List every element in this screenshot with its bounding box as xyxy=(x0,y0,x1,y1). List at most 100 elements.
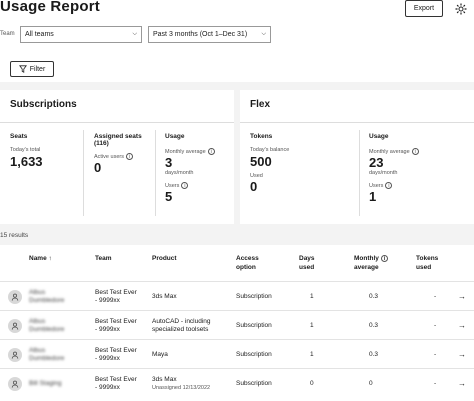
page-title: Usage Report xyxy=(0,0,100,15)
user-name-line: Albus xyxy=(29,318,46,325)
header-line: used xyxy=(299,264,315,271)
monthly-average-unit: days/month xyxy=(165,170,194,176)
access-cell: Subscription xyxy=(236,293,272,300)
info-icon[interactable]: i xyxy=(411,148,419,155)
user-name[interactable]: Bill Staging xyxy=(29,380,62,388)
divider xyxy=(240,122,474,123)
header-line: Monthly xyxy=(354,255,379,262)
period-select[interactable]: Past 3 months (Oct 1–Dec 31) ⌵ xyxy=(148,26,271,43)
team-line: - 9999xx xyxy=(95,384,120,391)
info-icon[interactable]: i xyxy=(380,254,388,262)
seats-value: 1,633 xyxy=(10,154,43,169)
user-name-line: Albus xyxy=(29,289,46,296)
usage-label: Usage xyxy=(165,133,185,140)
user-name[interactable]: Albus Dumbledore xyxy=(29,289,64,305)
column-header-team: Team xyxy=(95,255,112,262)
arrow-right-icon[interactable]: → xyxy=(458,379,466,388)
days-cell: 0 xyxy=(310,380,314,387)
user-name[interactable]: Albus Dumbledore xyxy=(29,318,64,334)
export-button[interactable]: Export xyxy=(405,0,443,17)
header-area: Usage Report Export Team All teams ⌵ Pas… xyxy=(0,0,474,82)
seats-column: Seats Today's total 1,633 xyxy=(10,133,43,169)
assigned-count: (116) xyxy=(94,140,109,147)
user-name-line: Dumbledore xyxy=(29,297,65,304)
access-cell: Subscription xyxy=(236,351,272,358)
filter-label: Filter xyxy=(29,65,46,73)
subscriptions-title: Subscriptions xyxy=(10,99,77,110)
table-row[interactable]: Bill Staging Best Test Ever - 9999xx 3ds … xyxy=(0,368,474,397)
team-line: Best Test Ever xyxy=(95,376,137,383)
tokens-value: 500 xyxy=(250,154,272,169)
tokens-column: Tokens Today's balance 500 Used 0 xyxy=(250,133,289,194)
user-name-line: Albus xyxy=(29,347,46,354)
chevron-down-icon: ⌵ xyxy=(261,31,266,37)
header-line: used xyxy=(416,264,432,271)
monthly-average-unit: days/month xyxy=(369,170,398,176)
column-header-product: Product xyxy=(152,255,177,262)
filter-icon xyxy=(18,65,27,73)
user-icon xyxy=(11,380,19,388)
product-line: 3ds Max xyxy=(152,293,177,300)
monthly-cell: 0 xyxy=(369,380,373,387)
arrow-right-icon[interactable]: → xyxy=(458,350,466,359)
gear-icon[interactable] xyxy=(455,3,467,15)
monthly-cell: 0.3 xyxy=(369,351,379,358)
results-count: 15 results xyxy=(0,232,29,239)
tokens-sub: Today's balance xyxy=(250,147,290,153)
table-row[interactable]: Albus Dumbledore Best Test Ever - 9999xx M… xyxy=(0,339,474,368)
active-users-value: 0 xyxy=(94,160,102,175)
team-cell: Best Test Ever - 9999xx xyxy=(95,318,137,334)
unassigned-note: Unassigned 12/13/2022 xyxy=(152,385,211,391)
users-value: 1 xyxy=(369,189,377,204)
header-line: Tokens xyxy=(416,255,439,262)
tokens-cell: - xyxy=(434,293,437,300)
team-line: - 9999xx xyxy=(95,326,120,333)
header-line: Access xyxy=(236,255,259,262)
filter-button[interactable]: Filter xyxy=(10,61,54,77)
column-header-access: Access option xyxy=(236,254,259,272)
column-header-name[interactable]: Name ↑ xyxy=(29,254,52,263)
tokens-cell: - xyxy=(434,380,437,387)
user-icon xyxy=(11,351,19,359)
usage-label: Usage xyxy=(369,133,389,140)
team-label: Team xyxy=(0,31,15,37)
table-row[interactable]: Albus Dumbledore Best Test Ever - 9999xx 3… xyxy=(0,281,474,310)
divider xyxy=(359,130,360,216)
table-row[interactable]: Albus Dumbledore Best Test Ever - 9999xx A… xyxy=(0,310,474,339)
user-name-line: Dumbledore xyxy=(29,326,65,333)
days-cell: 1 xyxy=(310,322,314,329)
days-cell: 1 xyxy=(310,293,314,300)
team-select[interactable]: All teams ⌵ xyxy=(20,26,142,43)
info-icon[interactable]: i xyxy=(181,182,189,189)
header-line: average xyxy=(354,264,379,271)
user-name-line: Dumbledore xyxy=(29,355,65,362)
tokens-cell: - xyxy=(434,322,437,329)
user-name[interactable]: Albus Dumbledore xyxy=(29,347,64,363)
team-cell: Best Test Ever - 9999xx xyxy=(95,289,137,305)
monthly-average-value: 23 xyxy=(369,155,384,170)
avatar xyxy=(8,290,22,304)
seats-sub: Today's total xyxy=(10,147,41,153)
team-line: Best Test Ever xyxy=(95,347,137,354)
team-cell: Best Test Ever - 9999xx xyxy=(95,347,137,363)
users-value: 5 xyxy=(165,189,173,204)
team-line: - 9999xx xyxy=(95,297,120,304)
monthly-cell: 0.3 xyxy=(369,293,379,300)
user-icon xyxy=(11,322,19,330)
product-line: AutoCAD - including xyxy=(152,318,211,325)
info-icon[interactable]: i xyxy=(207,148,215,155)
team-line: Best Test Ever xyxy=(95,289,137,296)
flex-usage-column: Usage Monthly average i 23 days/month Use… xyxy=(369,133,419,204)
product-line: 3ds Max xyxy=(152,376,177,383)
info-icon[interactable]: i xyxy=(125,153,133,160)
avatar xyxy=(8,377,22,391)
usage-table: Name ↑ Team Product Access option Days u… xyxy=(0,245,474,401)
flex-title: Flex xyxy=(250,99,271,110)
arrow-right-icon[interactable]: → xyxy=(458,292,466,301)
info-icon[interactable]: i xyxy=(385,182,393,189)
divider xyxy=(83,130,84,216)
team-select-value: All teams xyxy=(25,31,54,38)
arrow-right-icon[interactable]: → xyxy=(458,321,466,330)
team-cell: Best Test Ever - 9999xx xyxy=(95,376,137,392)
seats-label: Seats xyxy=(10,133,28,140)
